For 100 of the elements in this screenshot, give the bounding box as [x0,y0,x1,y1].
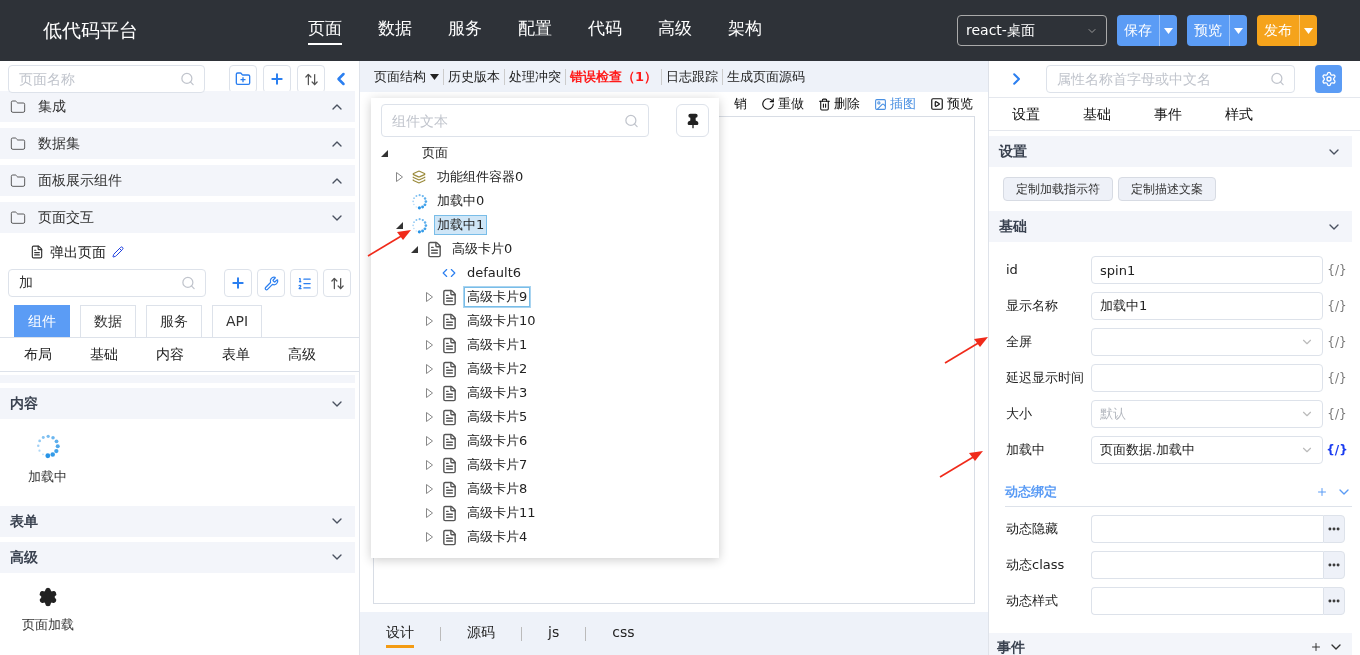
edit-icon[interactable] [112,246,124,258]
collapsed-icon[interactable] [425,292,433,302]
add-button[interactable] [263,65,291,93]
tree-item[interactable]: 页面 [419,143,451,163]
collapsed-icon[interactable] [425,484,433,494]
editor-tab[interactable]: 源码 [467,622,495,648]
property-tab[interactable]: 基础 [1083,103,1111,125]
input-field[interactable] [1091,551,1323,579]
collapsed-icon[interactable] [425,412,433,422]
category-tab[interactable]: 基础 [90,344,118,365]
panel-tab[interactable]: API [212,305,263,337]
section-header[interactable]: 设置 [989,136,1352,167]
binding-icon[interactable]: {/} [1323,333,1351,351]
platform-select[interactable]: react-桌面 [957,15,1107,46]
nav-tab[interactable]: 服务 [448,15,482,46]
collapsed-icon[interactable] [425,532,433,542]
select-field[interactable] [1091,328,1323,356]
collapsed-icon[interactable] [425,340,433,350]
search-field[interactable]: 页面名称 [8,65,205,93]
collapsed-icon[interactable] [425,364,433,374]
binding-icon[interactable]: {/} [1323,261,1351,279]
category-tab[interactable]: 布局 [24,344,52,365]
component-item[interactable]: 加载中 [20,433,75,487]
property-tab[interactable]: 样式 [1225,103,1253,125]
custom-button[interactable]: 定制加载指示符 [1003,177,1113,201]
binding-icon[interactable]: {/} [1323,441,1351,459]
tree-item[interactable]: 加载中0 [434,191,488,211]
dropdown-button[interactable] [1159,15,1177,46]
dropdown-button[interactable] [1299,15,1317,46]
tree-item[interactable]: 高级卡片4 [464,527,531,547]
collapsed-icon[interactable] [395,172,403,182]
tree-item[interactable]: 高级卡片0 [449,239,516,259]
indent-button[interactable] [290,269,318,297]
category-tab[interactable]: 表单 [222,344,250,365]
add-button[interactable] [224,269,252,297]
nav-tab[interactable]: 数据 [378,15,412,46]
binding-icon[interactable]: {/} [1323,297,1351,315]
collapsed-icon[interactable] [425,316,433,326]
section-header[interactable]: 数据集 [0,128,355,159]
collapsed-icon[interactable] [425,436,433,446]
menu-item[interactable]: 页面结构 [374,66,439,87]
tree-item[interactable]: 高级卡片5 [464,407,531,427]
input-field[interactable] [1091,364,1323,392]
panel-tab[interactable]: 数据 [80,305,136,337]
collapsed-icon[interactable] [425,388,433,398]
expanded-icon[interactable] [410,245,418,253]
nav-tab[interactable]: 代码 [588,15,622,46]
menu-item[interactable]: 日志跟踪 [666,66,719,87]
nav-tab[interactable]: 页面 [308,15,342,46]
tree-item[interactable]: 高级卡片1 [464,335,531,355]
section-header[interactable]: 内容 [0,388,355,419]
expanded-icon[interactable] [395,221,403,229]
menu-item[interactable]: 处理冲突 [509,66,561,87]
page-item[interactable]: 弹出页面 [0,233,355,271]
binding-icon[interactable]: {/} [1323,405,1351,423]
menu-item[interactable]: 历史版本 [448,66,500,87]
section-header[interactable]: 高级 [0,541,355,573]
dropdown-button[interactable] [1229,15,1247,46]
wrench-button[interactable] [257,269,285,297]
section-header[interactable]: 集成 [0,91,355,122]
input-field[interactable] [1091,515,1323,543]
binding-icon[interactable]: {/} [1323,369,1351,387]
search-field[interactable]: 属性名称首字母或中文名 [1046,65,1296,93]
input-field[interactable]: 加载中1 [1091,292,1323,320]
settings-button[interactable] [1315,65,1342,93]
add-folder-button[interactable] [229,65,257,93]
sort-button[interactable] [297,65,325,93]
expanded-icon[interactable] [380,149,388,157]
search-field[interactable]: 加 [8,269,206,297]
pin-button[interactable] [676,104,709,137]
sort-button[interactable] [323,269,351,297]
input-field[interactable] [1091,587,1323,615]
section-header[interactable]: 表单 [0,505,355,537]
tree-item[interactable]: 高级卡片7 [464,455,531,475]
collapsed-icon[interactable] [425,508,433,518]
plus-icon[interactable] [1310,641,1322,653]
tree-item[interactable]: 高级卡片8 [464,479,531,499]
collapsed-icon[interactable] [425,460,433,470]
section-header[interactable]: 面板展示组件 [0,165,355,196]
more-button[interactable] [1323,587,1345,615]
select-field[interactable]: 页面数据.加载中 [1091,436,1323,464]
tree-item[interactable]: 功能组件容器0 [434,167,527,187]
tool-button[interactable]: 销 [734,94,747,114]
tree-item[interactable]: 高级卡片10 [464,311,539,331]
custom-button[interactable]: 定制描述文案 [1118,177,1216,201]
tool-button[interactable]: 删除 [818,94,860,114]
nav-tab[interactable]: 配置 [518,15,552,46]
tool-button[interactable]: 重做 [761,94,804,114]
property-tab[interactable]: 事件 [1154,103,1182,125]
nav-tab[interactable]: 架构 [728,15,762,46]
category-tab[interactable]: 内容 [156,344,184,365]
property-tab[interactable]: 设置 [1012,103,1040,125]
nav-tab[interactable]: 高级 [658,15,692,46]
tree-item[interactable]: default6 [464,263,524,283]
tree-item[interactable]: 高级卡片9 [464,287,531,307]
editor-tab[interactable]: 设计 [386,622,414,648]
tool-button[interactable]: 预览 [930,94,973,114]
section-header[interactable]: 基础 [989,211,1352,242]
panel-tab[interactable]: 服务 [146,305,202,337]
section-header[interactable]: 页面交互 [0,202,355,233]
